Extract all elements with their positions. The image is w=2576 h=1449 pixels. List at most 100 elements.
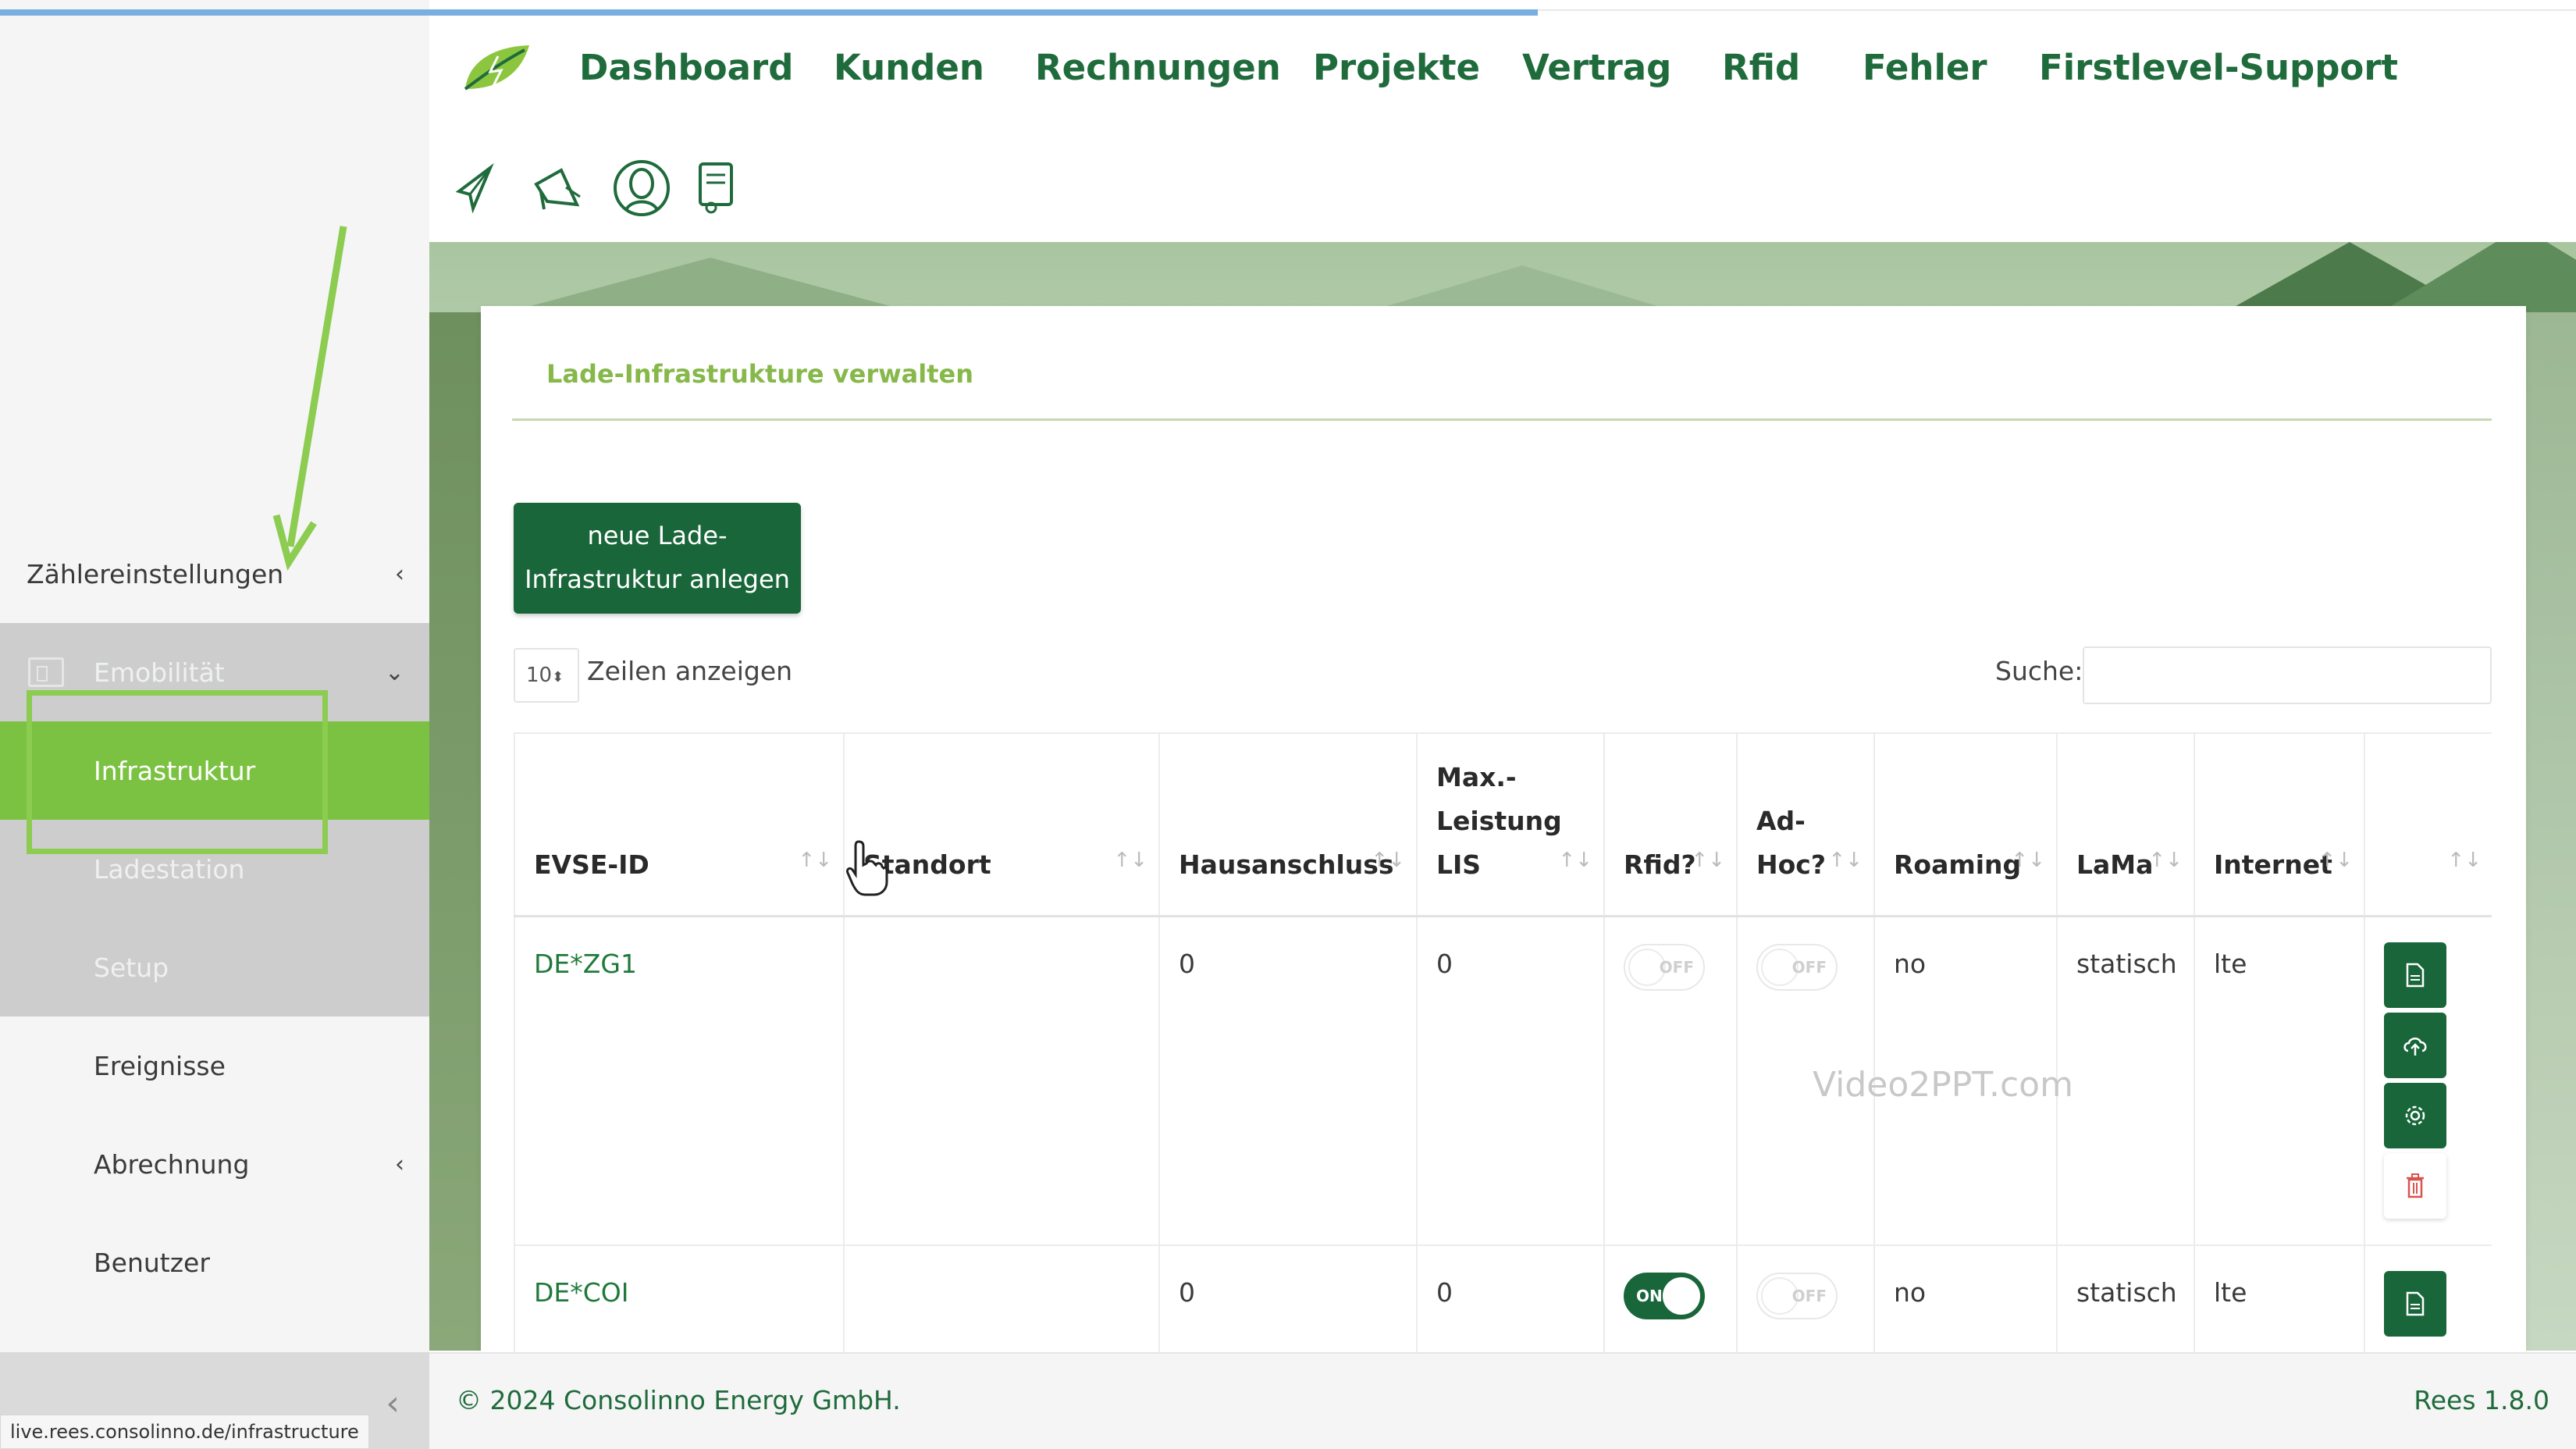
sort-icon: ↑↓ [2447,848,2482,872]
sidebar-item-label: Ereignisse [94,1050,226,1081]
cell-evse-id[interactable]: DE*ZG1 [514,916,844,1246]
delete-button[interactable] [2384,1152,2446,1219]
cell-rfid: ON [1603,1245,1737,1352]
nav-kunden[interactable]: Kunden [834,47,984,88]
table-row: DE*COI 0 0 ON OFF no statisch lte [514,1245,2492,1352]
chevron-down-icon: ⌄ [384,658,404,686]
sidebar-item-ereignisse[interactable]: Ereignisse [0,1016,429,1115]
nav-rechnungen[interactable]: Rechnungen [1035,47,1281,88]
adhoc-toggle[interactable]: OFF [1756,943,1838,991]
column-header-lama[interactable]: LaMa ↑↓ [2056,732,2194,917]
search-label: Suche: [1995,656,2083,686]
page-loading-bar [0,9,1538,16]
footer: © 2024 Consolinno Energy GmbH. Rees 1.8.… [429,1352,2576,1449]
cell-actions [2364,1245,2492,1352]
nav-projekte[interactable]: Projekte [1313,47,1480,88]
toggle-knob [1663,1277,1700,1315]
column-header-standort[interactable]: Standort ↑↓ [843,732,1159,917]
sort-icon: ↑↓ [1828,848,1863,872]
sidebar-item-label: Setup [94,952,169,983]
cell-evse-id[interactable]: DE*COI [514,1245,844,1352]
infrastructure-table: EVSE-ID ↑↓ Standort ↑↓ Hausanschluss ↑↓ Max… [514,732,2492,1352]
annotation-arrow [272,226,347,571]
column-header-hausanschluss[interactable]: Hausanschluss ↑↓ [1158,732,1417,917]
cell-max-leistung: 0 [1416,916,1604,1246]
settings-button[interactable] [2384,1082,2446,1148]
cell-standort [843,1245,1159,1352]
send-icon[interactable] [451,153,498,223]
cell-hausanschluss: 0 [1158,1245,1417,1352]
sidebar-item-zaehlereinstellungen[interactable]: Zählereinstellungen ‹ [0,525,429,623]
sort-icon: ↑↓ [1558,848,1592,872]
nav-dashboard[interactable]: Dashboard [579,47,793,88]
grid-icon [28,657,64,687]
hand-cursor-icon [846,840,888,896]
megaphone-icon[interactable] [528,153,587,223]
trash-icon [2407,1173,2424,1198]
cell-internet: lte [2194,1245,2364,1352]
sidebar-item-label: Ladestation [94,853,245,885]
copyright-text: © 2024 Consolinno Energy GmbH. [456,1385,901,1415]
mountain-shape [1366,265,1678,312]
column-header-internet[interactable]: Internet ↑↓ [2194,732,2364,917]
mountain-shape [507,258,913,312]
nav-rfid[interactable]: Rfid [1722,47,1800,88]
rfid-toggle[interactable]: OFF [1624,943,1705,991]
cloud-upload-icon [2403,1037,2427,1056]
cell-actions [2364,916,2492,1246]
column-header-adhoc[interactable]: Ad-Hoc? ↑↓ [1736,732,1874,917]
new-infrastructure-button[interactable]: neue Lade-Infrastruktur anlegen [514,503,801,614]
document-button[interactable] [2384,1271,2446,1337]
sort-updown-icon: ⬍ [552,669,564,685]
sidebar-item-label: Benutzer [94,1247,210,1278]
upload-button[interactable] [2384,1012,2446,1078]
sort-icon: ↑↓ [2011,848,2045,872]
column-header-actions[interactable]: ↑↓ [2364,732,2492,917]
sort-icon: ↑↓ [1691,848,1725,872]
table-header-row: EVSE-ID ↑↓ Standort ↑↓ Hausanschluss ↑↓ Max… [514,732,2492,917]
forest-strip [429,312,484,1351]
gear-icon [2405,1105,2425,1125]
page-title: Lade-Infrastrukture verwalten [546,359,973,389]
column-header-evse-id[interactable]: EVSE-ID ↑↓ [514,732,844,917]
sidebar-item-label: Zählereinstellungen [27,558,284,589]
cell-standort [843,916,1159,1246]
nav-firstlevel-support[interactable]: Firstlevel-Support [2039,47,2398,88]
invoice-icon[interactable] [693,153,738,223]
column-header-roaming[interactable]: Roaming ↑↓ [1873,732,2057,917]
sidebar-item-abrechnung[interactable]: Abrechnung ‹ [0,1115,429,1213]
rfid-toggle[interactable]: ON [1624,1273,1705,1319]
cell-max-leistung: 0 [1416,1245,1604,1352]
cell-roaming: no [1873,1245,2057,1352]
toggle-state: ON [1636,1287,1663,1305]
cell-adhoc: OFF [1736,1245,1874,1352]
document-icon [2406,1291,2425,1316]
annotation-highlight-box [27,690,328,854]
watermark: Video2PPT.com [1813,1065,2073,1105]
cell-lama: statisch [2056,1245,2194,1352]
adhoc-toggle[interactable]: OFF [1756,1273,1838,1319]
leaf-logo[interactable] [461,41,532,95]
page-length-value: 10 [526,664,553,687]
title-divider [512,418,2492,421]
sidebar-item-benutzer[interactable]: Benutzer [0,1213,429,1312]
status-bar-url: live.rees.consolinno.de/infrastructure [0,1415,369,1449]
document-button[interactable] [2384,942,2446,1008]
sidebar-collapse-button[interactable]: ‹ [386,1383,400,1423]
sort-icon: ↑↓ [2148,848,2183,872]
forest-strip [2526,312,2576,1351]
version-text: Rees 1.8.0 [2414,1385,2549,1415]
support-agent-icon[interactable] [610,153,673,223]
cell-hausanschluss: 0 [1158,916,1417,1246]
nav-fehler[interactable]: Fehler [1863,47,1987,88]
page-length-label: Zeilen anzeigen [587,656,793,686]
page-length-select[interactable]: 10⬍ [514,648,579,703]
chevron-left-icon: ‹ [395,1150,404,1178]
search-input[interactable] [2083,646,2492,704]
toggle-state: OFF [1791,957,1827,977]
column-header-rfid[interactable]: Rfid? ↑↓ [1603,732,1737,917]
sort-icon: ↑↓ [2318,848,2353,872]
column-header-max-leistung[interactable]: Max.-Leistung LIS ↑↓ [1416,732,1604,917]
nav-vertrag[interactable]: Vertrag [1522,47,1671,88]
sidebar-item-setup[interactable]: Setup [0,918,429,1016]
